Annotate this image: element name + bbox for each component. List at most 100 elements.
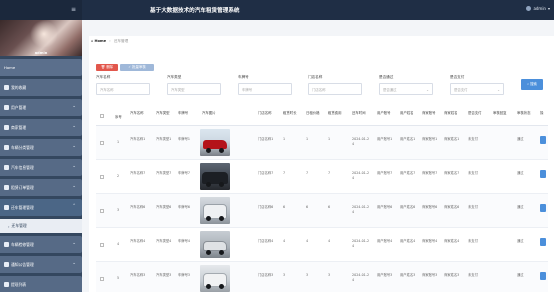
sidebar-item-users[interactable]: 用户管理 ⌄ — [0, 99, 82, 116]
menu-toggle-icon[interactable]: ≡ — [70, 6, 77, 13]
sidebar-item-label: 租赁订单管理 — [11, 184, 34, 190]
cell-paid: 未支付 — [468, 137, 478, 141]
sidebar-item-notices[interactable]: 通知公告管理 ⌄ — [0, 256, 82, 273]
col-header: 用户账号 — [377, 111, 391, 115]
delete-button[interactable]: 🗑︎ 删除 — [96, 64, 118, 71]
chevron-down-icon: ⌄ — [72, 261, 76, 266]
table-row[interactable]: 4 汽车名称4 汽车类型4 车牌号4 门店名称4 4 4 4 2024-01-2 4 用户账号4 用… — [96, 228, 548, 262]
cell-store: 门店名称3 — [258, 273, 274, 277]
col-header: 审核回复 — [493, 111, 507, 115]
car-image — [200, 129, 230, 156]
col-header: 门店名称 — [258, 111, 272, 115]
store-input[interactable]: 门店名称 — [308, 83, 362, 95]
row-number: 2 — [117, 174, 120, 178]
cell-car-name: 汽车名称6 — [130, 205, 146, 209]
row-checkbox[interactable] — [100, 277, 104, 281]
row-checkbox[interactable] — [100, 141, 104, 145]
car-wheel — [219, 250, 224, 255]
row-checkbox[interactable] — [100, 175, 104, 179]
user-menu[interactable]: admin ▾ — [526, 6, 550, 11]
breadcrumb-home[interactable]: Home — [94, 39, 106, 43]
sidebar-item-label: 车辆分类管理 — [11, 144, 34, 150]
chevron-right-icon: › — [8, 223, 10, 229]
row-number: 5 — [117, 276, 120, 280]
col-header: 日租价格 — [306, 111, 320, 115]
bulk-review-button[interactable]: ✓ 批量审核 — [120, 64, 154, 71]
cell-plate: 车牌号7 — [178, 171, 190, 175]
car-type-input[interactable]: 汽车类型 — [167, 83, 221, 95]
row-checkbox[interactable] — [100, 243, 104, 247]
sidebar-item-withdrawals[interactable]: 提现列表 — [0, 276, 82, 292]
sidebar-item-label: 用户管理 — [11, 104, 27, 110]
sidebar-item-merchants[interactable]: 商家管理 ⌄ — [0, 119, 82, 136]
sidebar-item-home[interactable]: Home — [0, 59, 82, 76]
sidebar-item-car-info[interactable]: 汽车信息管理 ⌄ — [0, 159, 82, 176]
cell-daily: 3 — [306, 273, 309, 277]
cell-daily: 1 — [306, 137, 309, 141]
car-wheel — [206, 250, 211, 255]
chevron-up-icon: ⌃ — [72, 204, 76, 209]
col-header: 是否支付 — [468, 111, 482, 115]
paid-select[interactable]: 是否支付 ⌄ — [450, 83, 504, 95]
car-wheel — [206, 284, 211, 289]
home-icon: ⌂ — [91, 39, 94, 43]
wallet-icon — [4, 282, 9, 287]
cell-fee: 4 — [328, 239, 331, 243]
sidebar-item-favorites[interactable]: 我的收藏 — [0, 79, 82, 96]
cell-biz-name: 商家姓名3 — [444, 273, 460, 277]
profile-username: admin — [34, 51, 48, 55]
table-row[interactable]: 1 汽车名称1 汽车类型1 车牌号1 门店名称1 1 1 1 2024-01-2 4 用户账号1 用… — [96, 126, 548, 160]
cell-store: 门店名称1 — [258, 137, 274, 141]
cell-plate: 车牌号6 — [178, 205, 190, 209]
bulk-review-label: 批量审核 — [132, 65, 146, 69]
breadcrumb: ⌂ Home › 还车管理 — [91, 39, 128, 44]
car-wheel — [219, 284, 224, 289]
cell-biz-acc: 商家账号1 — [422, 137, 438, 141]
car-image — [200, 197, 230, 224]
plate-input[interactable]: 车牌号 — [238, 83, 292, 95]
sidebar-subitem-returns[interactable]: › 还车管理 — [0, 219, 82, 233]
cell-paid: 未支付 — [468, 205, 478, 209]
car-wheel — [219, 148, 224, 153]
search-icon: ⌕ — [527, 82, 530, 86]
chevron-down-icon: ⌄ — [72, 104, 76, 109]
car-wheel — [206, 148, 211, 153]
cell-status: 通过 — [517, 171, 524, 175]
cell-user-name: 用户姓名4 — [400, 239, 416, 243]
row-checkbox[interactable] — [100, 209, 104, 213]
chevron-down-icon: ⌄ — [426, 88, 429, 92]
row-action-button[interactable] — [540, 170, 546, 178]
car-image — [200, 265, 230, 292]
table-row[interactable]: 2 汽车名称7 汽车类型7 车牌号7 门店名称7 7 7 7 2024-01-2 4 用户账号7 用… — [96, 160, 548, 194]
row-action-button[interactable] — [540, 136, 546, 144]
table-row[interactable]: 5 汽车名称3 汽车类型3 车牌号3 门店名称3 3 3 3 2024-01-2 4 用户账号3 用… — [96, 262, 548, 292]
row-action-button[interactable] — [540, 204, 546, 212]
sidebar: admin Home 我的收藏 用户管理 ⌄ 商家管理 ⌄ 车辆分类管理 ⌄ 汽… — [0, 20, 82, 292]
search-button[interactable]: ⌕ 搜索 — [521, 79, 543, 90]
approved-select[interactable]: 是否通过 ⌄ — [379, 83, 433, 95]
sidebar-item-rental-orders[interactable]: 租赁订单管理 ⌄ — [0, 179, 82, 196]
col-header: 序号 — [115, 115, 122, 119]
sidebar-item-label: Home — [4, 65, 16, 70]
cell-user-name: 用户姓名1 — [400, 137, 416, 141]
sidebar-item-inspections[interactable]: 车辆检修管理 ⌄ — [0, 236, 82, 253]
table-header: 序号 汽车名称 汽车类型 车牌号 汽车图片 门店名称 租赁时长 日租价格 租赁费… — [96, 104, 548, 126]
chevron-down-icon: ⌄ — [72, 241, 76, 246]
row-action-button[interactable] — [540, 238, 546, 246]
sidebar-item-vehicle-categories[interactable]: 车辆分类管理 ⌄ — [0, 139, 82, 156]
cell-duration: 4 — [283, 239, 286, 243]
car-wheel — [206, 216, 211, 221]
breadcrumb-separator: › — [109, 39, 111, 43]
car-name-input[interactable]: 汽车名称 — [96, 83, 150, 95]
user-icon — [4, 105, 9, 110]
chevron-down-icon: ▾ — [547, 6, 550, 11]
select-all-checkbox[interactable] — [100, 114, 104, 118]
cell-plate: 车牌号3 — [178, 273, 190, 277]
table-row[interactable]: 3 汽车名称6 汽车类型6 车牌号6 门店名称6 6 6 6 2024-01-2 4 用户账号6 用… — [96, 194, 548, 228]
sidebar-item-returns[interactable]: 还车管理管理 ⌃ — [0, 199, 82, 216]
cell-return-time: 2024-01-2 4 — [352, 137, 370, 146]
row-action-button[interactable] — [540, 272, 546, 280]
cell-daily: 6 — [306, 205, 309, 209]
cell-user-acc: 用户账号3 — [377, 273, 393, 277]
cell-car-type: 汽车类型7 — [156, 171, 172, 175]
